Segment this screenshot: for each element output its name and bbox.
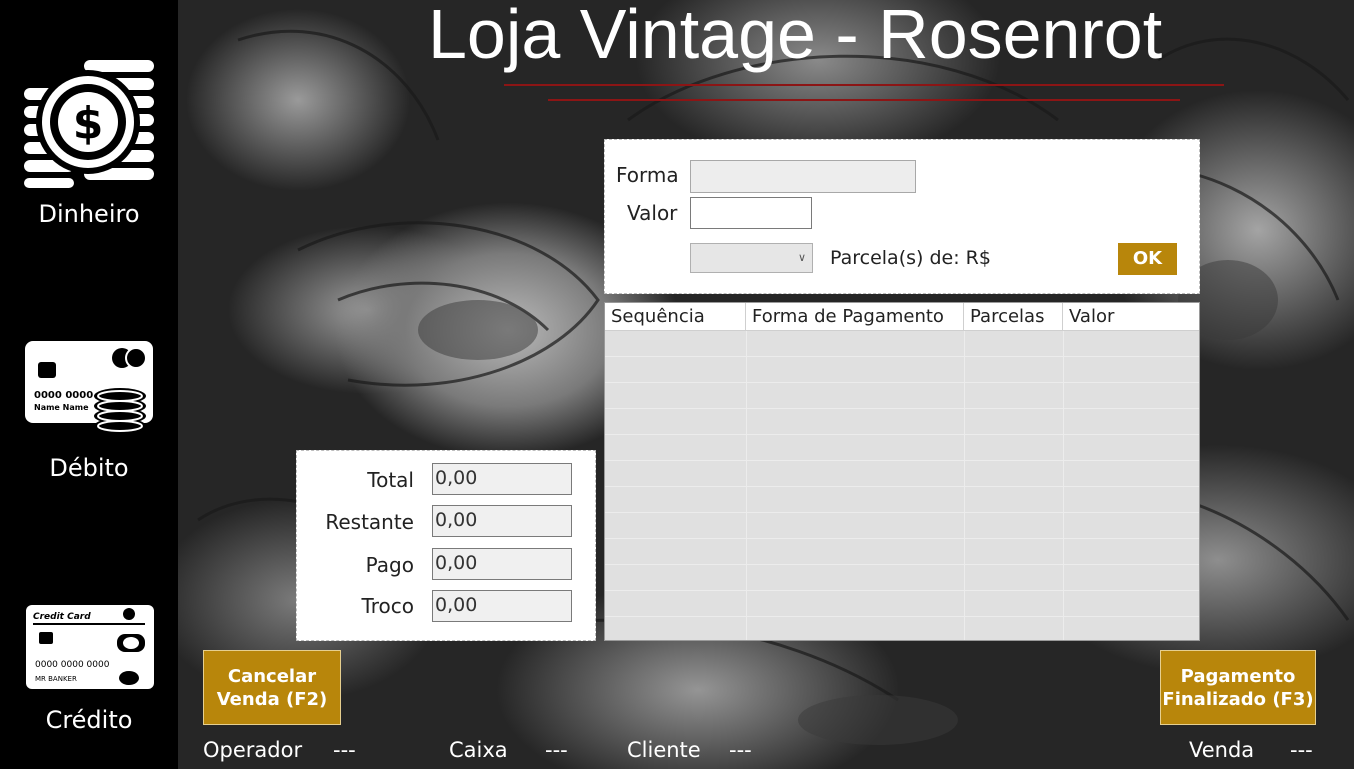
column-header-sequencia[interactable]: Sequência: [605, 303, 746, 331]
finish-payment-button[interactable]: Pagamento Finalizado (F3): [1160, 650, 1316, 725]
table-body: [605, 331, 1199, 640]
restante-label: Restante: [325, 510, 414, 534]
store-title: Loja Vintage - Rosenrot: [428, 0, 1163, 73]
credit-card-icon: Credit Card 0000 0000 0000 MR BANKER: [25, 604, 155, 694]
operador-value: ---: [333, 738, 356, 762]
credit-card-holder: MR BANKER: [35, 675, 77, 683]
caixa-value: ---: [545, 738, 568, 762]
restante-value-field: 0,00: [432, 505, 572, 537]
sidebar-label-credito: Crédito: [45, 706, 133, 734]
ok-button[interactable]: OK: [1118, 243, 1177, 275]
table-row-empty: [605, 617, 1199, 640]
column-divider: [964, 331, 965, 640]
venda-value: ---: [1290, 738, 1313, 762]
pago-label: Pago: [365, 553, 414, 577]
cancel-sale-button[interactable]: Cancelar Venda (F2): [203, 650, 341, 725]
cancel-sale-label-line2: Venda (F2): [216, 688, 328, 710]
column-header-forma-pagamento[interactable]: Forma de Pagamento: [746, 303, 964, 331]
table-row-empty: [605, 357, 1199, 383]
credit-card-number: 0000 0000 0000: [35, 660, 110, 670]
troco-label: Troco: [361, 594, 414, 618]
valor-label: Valor: [627, 201, 678, 225]
sidebar-item-debito[interactable]: 0000 0000 Name Name Débito: [0, 340, 178, 490]
caixa-label: Caixa: [449, 738, 508, 762]
forma-field[interactable]: [690, 160, 916, 193]
table-row-empty: [605, 539, 1199, 565]
totals-panel: Total 0,00 Restante 0,00 Pago 0,00 Troco…: [296, 450, 596, 641]
cancel-sale-label-line1: Cancelar: [227, 665, 317, 687]
column-header-valor[interactable]: Valor: [1063, 303, 1199, 331]
total-value-field: 0,00: [432, 463, 572, 495]
credit-card-brand: Credit Card: [33, 612, 91, 622]
sidebar-item-credito[interactable]: Credit Card 0000 0000 0000 MR BANKER Cré…: [0, 604, 178, 744]
payments-table[interactable]: Sequência Forma de Pagamento Parcelas Va…: [604, 302, 1200, 641]
parcelas-label: Parcela(s) de: R$: [830, 247, 991, 269]
total-label: Total: [367, 468, 414, 492]
title-underline-top: [504, 84, 1224, 86]
debit-card-icon: 0000 0000 Name Name: [24, 340, 154, 440]
table-row-empty: [605, 513, 1199, 539]
pago-value-field: 0,00: [432, 548, 572, 580]
finish-payment-label-line2: Finalizado (F3): [1162, 688, 1314, 710]
cliente-label: Cliente: [627, 738, 701, 762]
parcelas-select[interactable]: ∨: [690, 243, 813, 273]
table-row-empty: [605, 487, 1199, 513]
payment-entry-panel: Forma Valor ∨ Parcela(s) de: R$ OK: [604, 139, 1200, 294]
chevron-down-icon: ∨: [797, 251, 806, 264]
table-row-empty: [605, 383, 1199, 409]
column-header-parcelas[interactable]: Parcelas: [964, 303, 1063, 331]
table-row-empty: [605, 435, 1199, 461]
table-row-empty: [605, 331, 1199, 357]
forma-label: Forma: [616, 163, 679, 187]
cash-coins-icon: $: [24, 58, 156, 192]
table-row-empty: [605, 591, 1199, 617]
table-row-empty: [605, 409, 1199, 435]
table-row-empty: [605, 565, 1199, 591]
column-divider: [746, 331, 747, 640]
valor-input[interactable]: [690, 197, 812, 229]
debit-card-name: Name Name: [34, 403, 89, 412]
table-row-empty: [605, 461, 1199, 487]
column-divider: [1063, 331, 1064, 640]
venda-label: Venda: [1189, 738, 1255, 762]
operador-label: Operador: [203, 738, 303, 762]
payment-method-sidebar: $ Dinheiro 0000 0000 Name Name Débito Cr…: [0, 0, 178, 769]
table-header: Sequência Forma de Pagamento Parcelas Va…: [605, 303, 1199, 331]
finish-payment-label-line1: Pagamento: [1180, 665, 1296, 687]
sidebar-label-debito: Débito: [49, 454, 129, 482]
debit-card-number: 0000 0000: [34, 390, 93, 401]
svg-text:$: $: [73, 98, 104, 149]
troco-value-field: 0,00: [432, 590, 572, 622]
sidebar-label-dinheiro: Dinheiro: [38, 200, 140, 228]
title-underline-bottom: [548, 99, 1180, 101]
sidebar-item-dinheiro[interactable]: $ Dinheiro: [0, 50, 178, 240]
cliente-value: ---: [729, 738, 752, 762]
